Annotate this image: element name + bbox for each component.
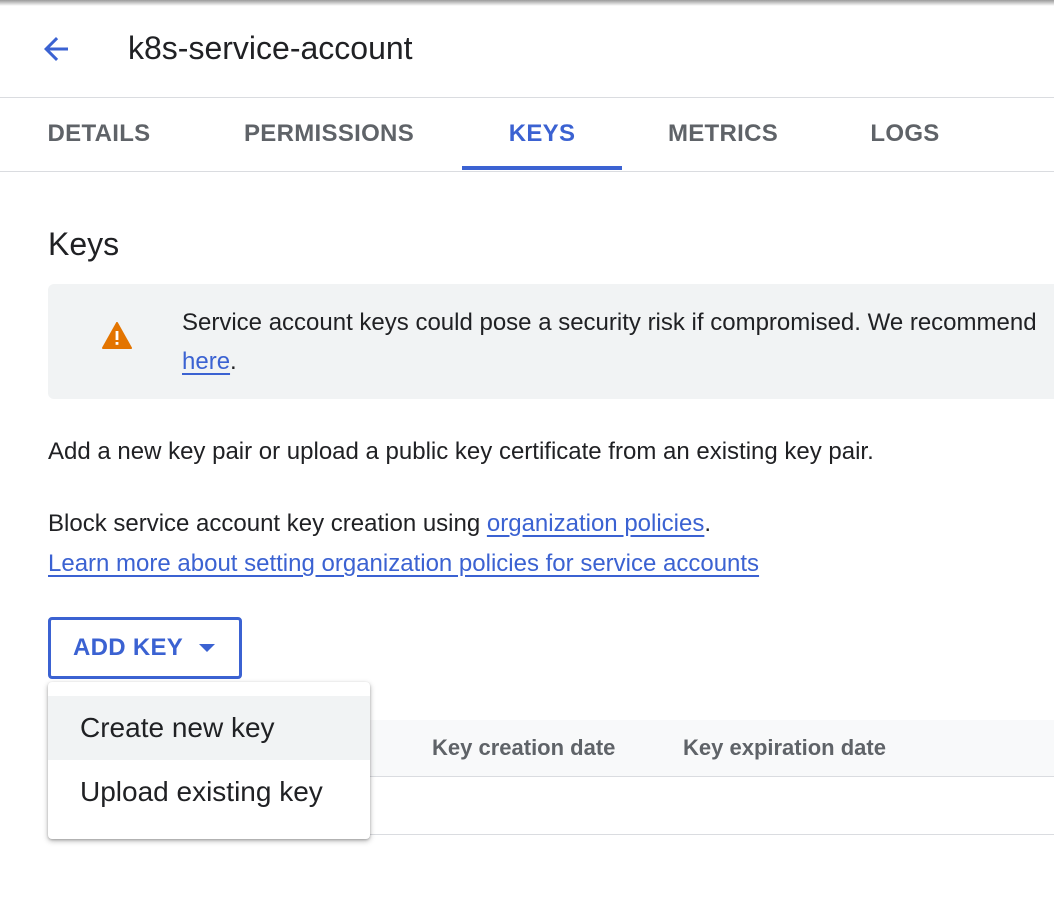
tab-bar: DETAILS PERMISSIONS KEYS METRICS LOGS <box>0 98 1054 172</box>
warning-here-link[interactable]: here <box>182 348 230 375</box>
add-key-dropdown-menu: Create new key Upload existing key <box>48 682 370 839</box>
tab-metrics[interactable]: METRICS <box>648 98 798 170</box>
warning-text: Service account keys could pose a securi… <box>182 309 1037 336</box>
learn-more-line: Learn more about setting organization po… <box>48 546 759 582</box>
warning-banner <box>48 284 1054 399</box>
column-key-creation-date[interactable]: Key creation date <box>432 720 615 776</box>
chevron-down-icon <box>199 644 216 652</box>
add-key-button[interactable]: ADD KEY <box>48 617 242 679</box>
block-text: Block service account key creation using <box>48 510 487 537</box>
page-title: k8s-service-account <box>128 30 413 66</box>
tab-logs[interactable]: LOGS <box>846 98 964 170</box>
section-title: Keys <box>48 226 120 262</box>
active-tab-indicator <box>462 166 622 170</box>
back-button[interactable] <box>34 27 78 71</box>
keys-description: Add a new key pair or upload a public ke… <box>48 438 874 465</box>
warning-link-line: here. <box>182 344 237 380</box>
learn-more-link[interactable]: Learn more about setting organization po… <box>48 550 759 577</box>
add-key-label: ADD KEY <box>73 634 184 661</box>
warning-trailing: . <box>230 348 237 375</box>
warning-icon <box>102 322 132 349</box>
block-trailing: . <box>704 510 712 537</box>
tab-details[interactable]: DETAILS <box>20 98 178 170</box>
menu-item-create-new-key[interactable]: Create new key <box>48 696 370 760</box>
menu-item-upload-existing-key[interactable]: Upload existing key <box>48 760 370 824</box>
page-header: k8s-service-account <box>0 0 1054 98</box>
block-key-creation-text: Block service account key creation using… <box>48 506 711 542</box>
arrow-back-icon <box>44 37 68 61</box>
tab-keys[interactable]: KEYS <box>462 98 622 170</box>
tab-permissions[interactable]: PERMISSIONS <box>226 98 432 170</box>
organization-policies-link[interactable]: organization policies <box>487 510 704 537</box>
column-key-expiration-date[interactable]: Key expiration date <box>683 720 886 776</box>
